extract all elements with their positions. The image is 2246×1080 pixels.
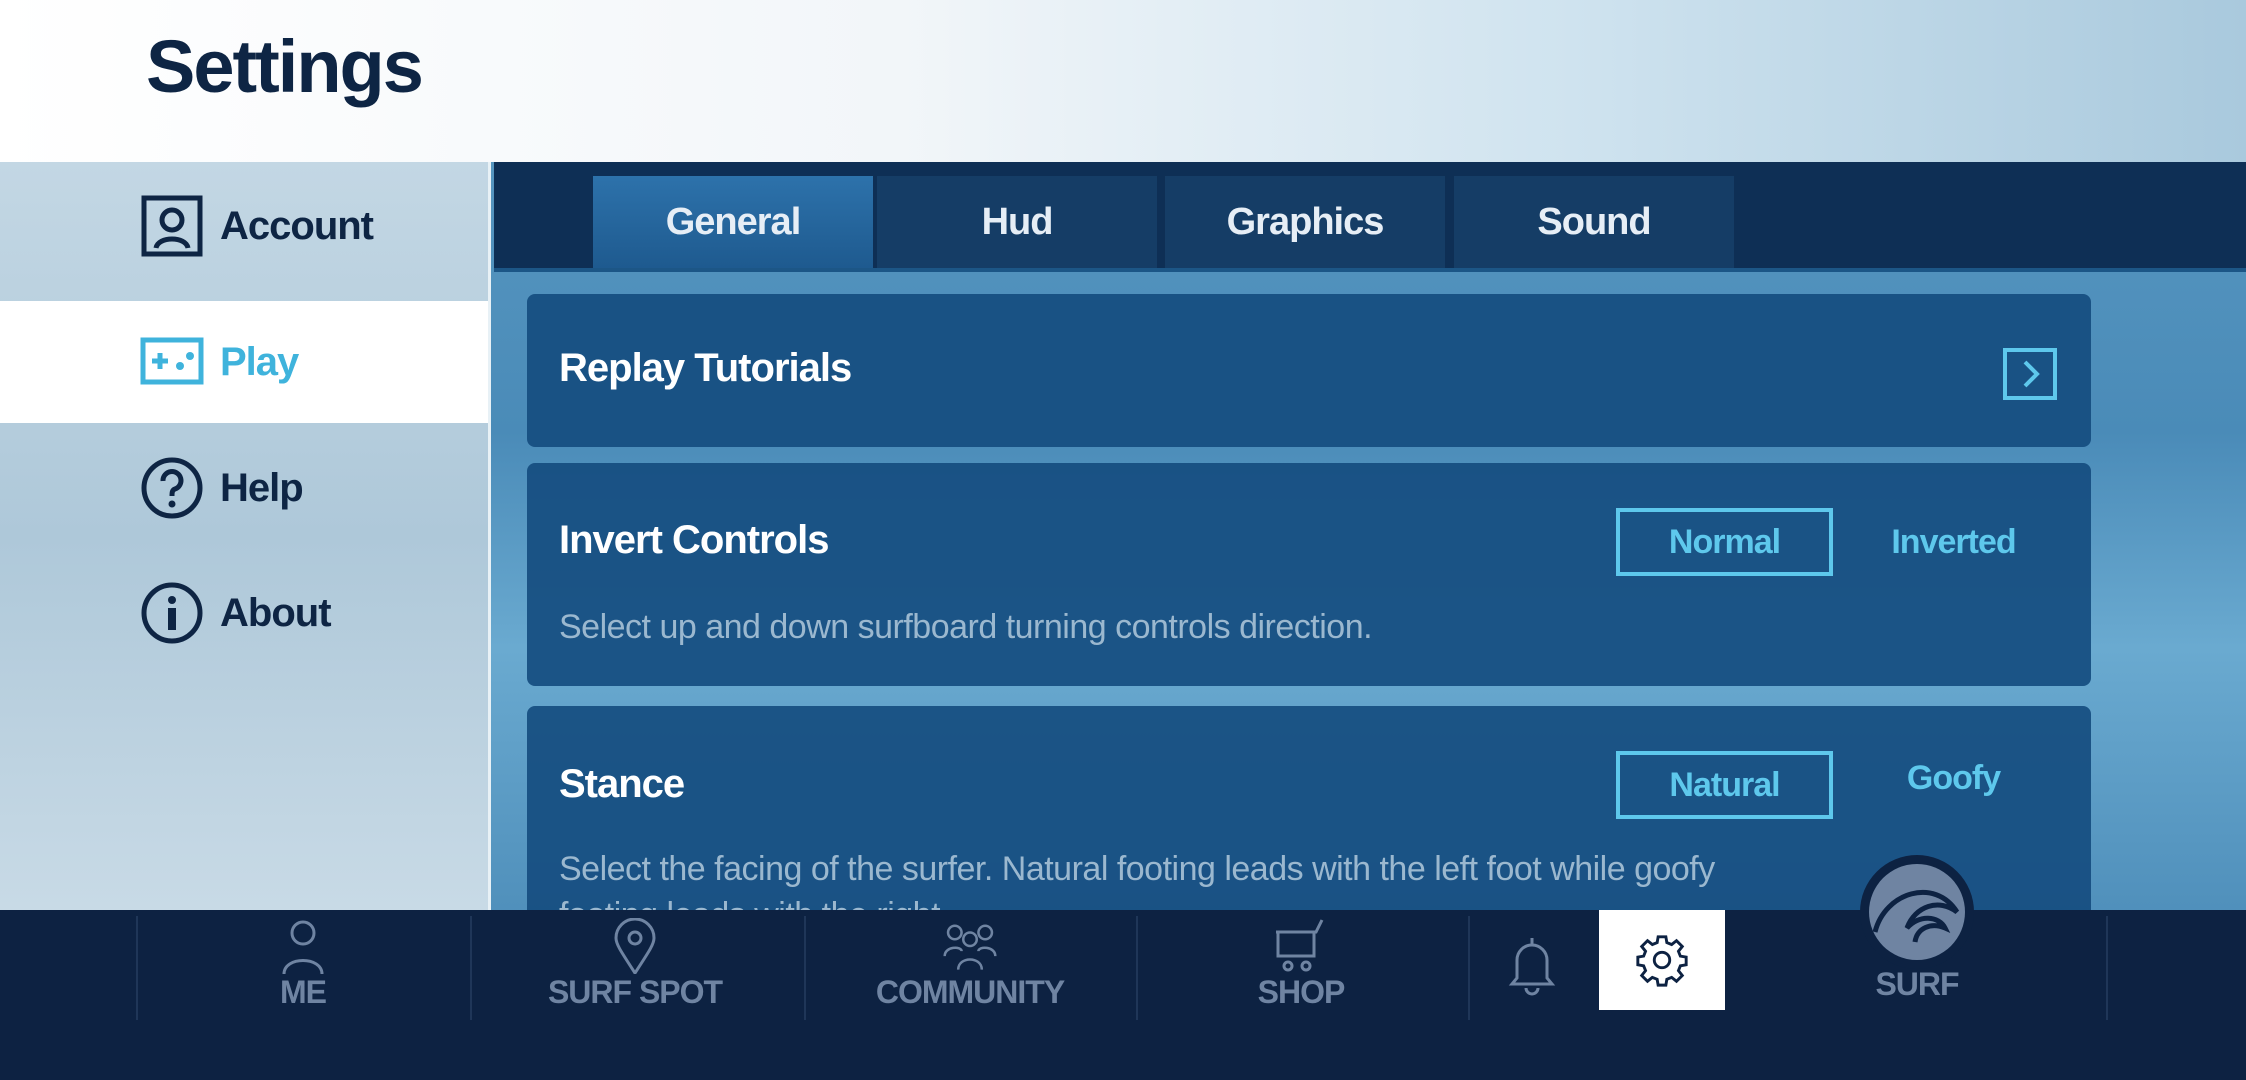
sidebar: Account Play Help About: [0, 162, 491, 910]
invert-controls-row: Invert Controls Normal Inverted Select u…: [527, 463, 2091, 686]
gamepad-icon: [140, 337, 204, 385]
nav-label: SURF: [1875, 966, 1959, 1002]
nav-label: SURF SPOT: [547, 974, 723, 1010]
nav-label: COMMUNITY: [875, 974, 1065, 1010]
nav-label: SHOP: [1257, 974, 1346, 1010]
nav-label: ME: [280, 974, 327, 1010]
sidebar-item-label: Account: [220, 203, 374, 248]
nav-surf-spot[interactable]: SURF SPOT: [535, 918, 735, 1018]
sidebar-item-label: About: [220, 590, 332, 635]
normal-option[interactable]: Normal: [1616, 508, 1833, 576]
replay-tutorials-title: Replay Tutorials: [559, 346, 852, 390]
page-title: Settings: [146, 25, 424, 108]
nav-community[interactable]: COMMUNITY: [870, 918, 1070, 1018]
sidebar-item-account[interactable]: Account: [0, 165, 488, 287]
gear-icon: [1636, 935, 1688, 987]
natural-option[interactable]: Natural: [1616, 751, 1833, 819]
bottom-nav: ME SURF SPOT COMMUNITY SHOP SURF: [0, 855, 2246, 1080]
goofy-option[interactable]: Goofy: [1845, 744, 2062, 812]
person-icon: [282, 920, 324, 974]
sidebar-item-help[interactable]: Help: [0, 427, 488, 549]
wave-logo-icon: [1869, 864, 1965, 960]
invert-controls-title: Invert Controls: [559, 518, 829, 562]
nav-me[interactable]: ME: [203, 918, 403, 1018]
nav-divider: [804, 916, 806, 1020]
sidebar-item-label: Help: [220, 465, 304, 510]
nav-divider: [2106, 916, 2108, 1020]
nav-divider: [470, 916, 472, 1020]
sidebar-item-label: Play: [220, 339, 299, 384]
chevron-right-icon[interactable]: [2003, 348, 2057, 400]
sidebar-item-play[interactable]: Play: [0, 301, 488, 423]
replay-tutorials-row[interactable]: Replay Tutorials: [527, 294, 2091, 447]
cart-icon: [1276, 919, 1324, 972]
stance-description: Select the facing of the surfer. Natural…: [559, 850, 1715, 888]
tab-bar: General Hud Graphics Sound: [494, 162, 2246, 272]
nav-divider: [1136, 916, 1138, 1020]
tab-general[interactable]: General: [593, 176, 873, 268]
nav-settings[interactable]: [1599, 910, 1725, 1010]
community-icon: [943, 924, 997, 970]
tab-hud[interactable]: Hud: [877, 176, 1157, 268]
info-icon: [141, 582, 203, 644]
account-icon: [141, 195, 203, 257]
tab-graphics[interactable]: Graphics: [1165, 176, 1445, 268]
nav-shop[interactable]: SHOP: [1201, 918, 1401, 1018]
surf-button[interactable]: [1860, 855, 1974, 969]
tab-sound[interactable]: Sound: [1454, 176, 1734, 268]
nav-surf-label-wrap[interactable]: SURF: [1817, 966, 2017, 1066]
location-pin-icon: [614, 918, 656, 974]
bell-icon[interactable]: [1505, 934, 1559, 1003]
sidebar-item-about[interactable]: About: [0, 552, 488, 674]
nav-divider: [1468, 916, 1470, 1020]
nav-divider: [136, 916, 138, 1020]
invert-controls-description: Select up and down surfboard turning con…: [559, 608, 1373, 646]
inverted-option[interactable]: Inverted: [1845, 508, 2062, 576]
header: Settings: [0, 0, 2246, 162]
stance-title: Stance: [559, 762, 685, 806]
help-icon: [141, 457, 203, 519]
